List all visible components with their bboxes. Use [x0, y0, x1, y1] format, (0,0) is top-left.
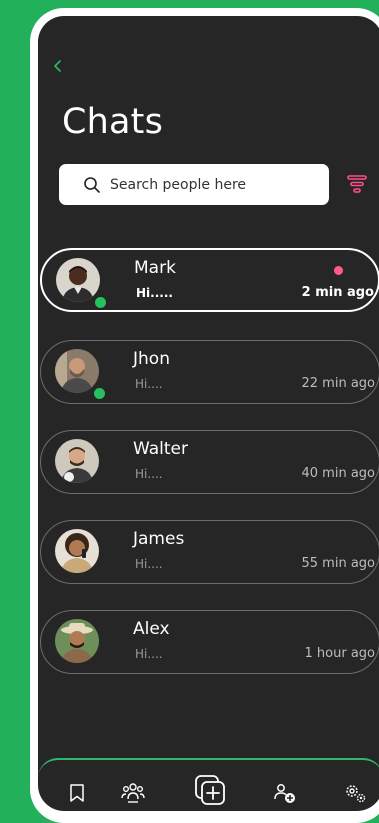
settings-icon[interactable]	[342, 780, 368, 806]
chat-item-alex[interactable]: Alex Hi.... 1 hour ago	[40, 610, 379, 674]
unread-indicator	[334, 266, 343, 275]
last-message: Hi....	[135, 467, 163, 481]
avatar	[55, 349, 99, 393]
message-time: 1 hour ago	[304, 646, 375, 661]
chat-item-walter[interactable]: Walter Hi.... 40 min ago	[40, 430, 379, 494]
new-chat-icon[interactable]	[192, 772, 228, 808]
avatar	[55, 439, 99, 483]
contact-name: Jhon	[133, 349, 170, 369]
chat-item-jhon[interactable]: Jhon Hi.... 22 min ago	[40, 340, 379, 404]
contact-name: Walter	[133, 439, 188, 459]
message-time: 40 min ago	[301, 466, 376, 481]
search-icon	[84, 176, 100, 193]
contact-name: Mark	[134, 258, 176, 278]
online-indicator	[94, 296, 107, 309]
avatar	[56, 258, 100, 302]
message-time: 2 min ago	[301, 285, 374, 300]
last-message: Hi....	[135, 557, 163, 571]
avatar	[55, 529, 99, 573]
last-message: Hi.....	[136, 286, 173, 300]
avatar	[55, 619, 99, 663]
last-message: Hi....	[135, 647, 163, 661]
group-icon[interactable]	[120, 780, 146, 806]
chat-item-james[interactable]: James Hi.... 55 min ago	[40, 520, 379, 584]
search-bar[interactable]	[59, 164, 329, 205]
page-title: Chats	[62, 102, 164, 142]
bookmark-icon[interactable]	[64, 780, 90, 806]
back-arrow-icon[interactable]	[50, 58, 66, 74]
search-input[interactable]	[110, 176, 310, 193]
filter-icon[interactable]	[345, 172, 369, 196]
chat-item-mark[interactable]: Mark Hi..... 2 min ago	[40, 248, 379, 312]
contact-name: James	[133, 529, 185, 549]
online-indicator	[93, 387, 106, 400]
bottom-nav	[38, 758, 379, 811]
add-contact-icon[interactable]	[272, 780, 298, 806]
contact-name: Alex	[133, 619, 170, 639]
message-time: 55 min ago	[301, 556, 376, 571]
message-time: 22 min ago	[301, 376, 376, 391]
chats-screen: Chats Mark Hi..... 2 min ago	[38, 16, 379, 811]
last-message: Hi....	[135, 377, 163, 391]
